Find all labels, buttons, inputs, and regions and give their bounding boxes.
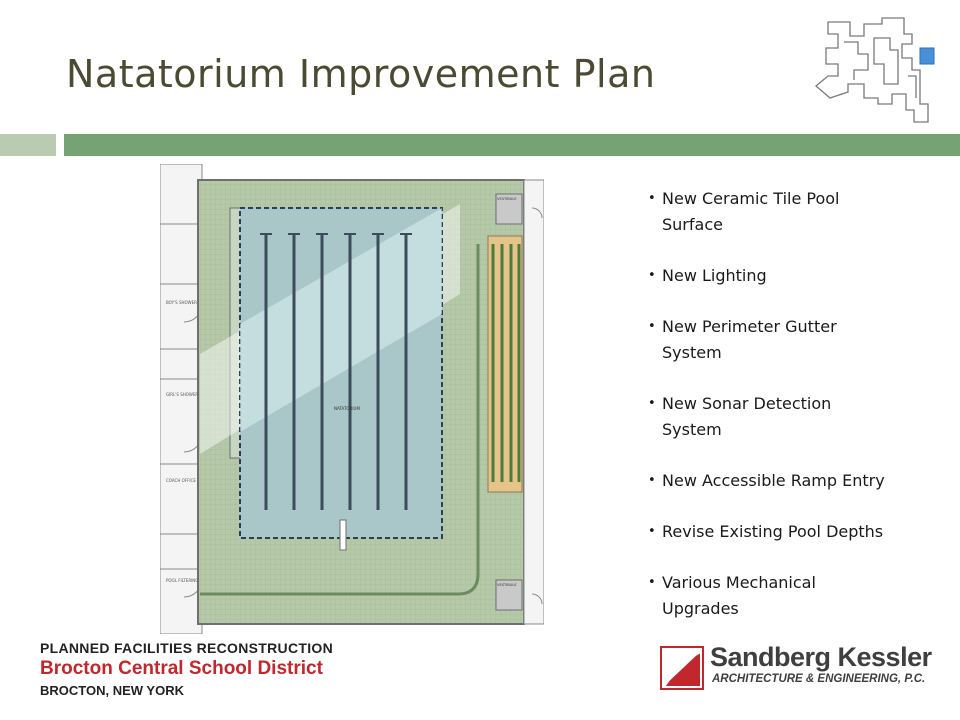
plan-label-vestibule-top: VESTIBULE — [497, 197, 517, 201]
list-item: New Lighting — [648, 263, 948, 289]
footer-program: PLANNED FACILITIES RECONSTRUCTION — [40, 640, 334, 656]
footer-location: BROCTON, NEW YORK — [40, 683, 184, 698]
accent-bar-left — [0, 134, 56, 156]
plan-label-natatorium: NATATORIUM — [334, 406, 360, 411]
firm-logo: Sandberg Kessler ARCHITECTURE & ENGINEER… — [660, 642, 932, 692]
sandberg-kessler-mark-icon — [660, 646, 704, 690]
accent-bar-main — [64, 134, 960, 156]
list-item: New Ceramic Tile Pool Surface — [648, 186, 948, 238]
plan-label-vestibule-bottom: VESTIBULE — [497, 583, 517, 587]
firm-name: Sandberg Kessler — [710, 642, 932, 672]
plan-label-pool-filtering: POOL FILTERING — [166, 578, 198, 583]
improvement-list: New Ceramic Tile Pool Surface New Lighti… — [648, 186, 948, 647]
list-item: New Accessible Ramp Entry — [648, 468, 948, 494]
plan-label-coach-office: COACH OFFICE — [166, 478, 196, 483]
district-footer: PLANNED FACILITIES RECONSTRUCTION Brocto… — [40, 640, 333, 698]
list-item: Revise Existing Pool Depths — [648, 519, 948, 545]
plan-label-boys-shower: BOY'S SHOWER — [166, 300, 197, 305]
footer-district-name: Brocton Central School District — [40, 658, 323, 679]
list-item: New Perimeter Gutter System — [648, 314, 948, 366]
plan-label-girls-shower: GIRL'S SHOWER — [166, 392, 198, 397]
list-item: New Sonar Detection System — [648, 391, 948, 443]
slide-title: Natatorium Improvement Plan — [66, 52, 656, 96]
natatorium-floor-plan: NATATORIUM BOY'S SHOWER GIRL'S SHOWER CO… — [160, 164, 544, 634]
building-key-plan-icon — [814, 17, 935, 123]
firm-subtitle: ARCHITECTURE & ENGINEERING, P.C. — [712, 673, 926, 685]
list-item: Various Mechanical Upgrades — [648, 570, 948, 622]
